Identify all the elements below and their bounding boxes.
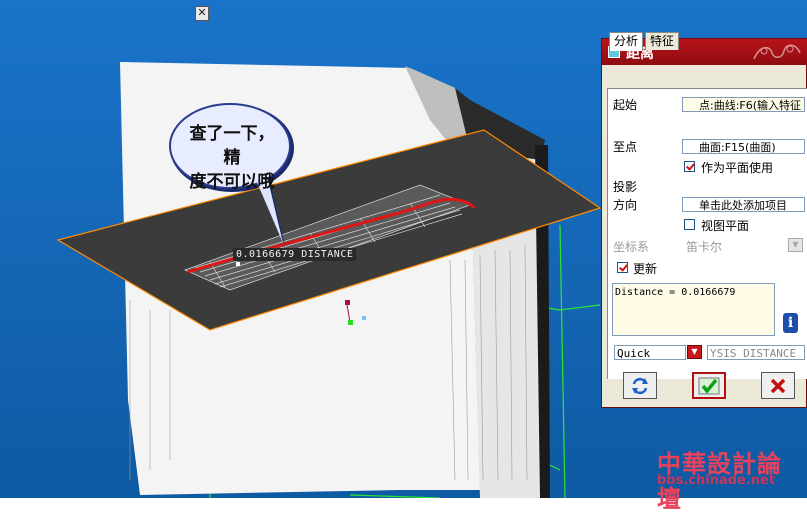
use-plane-checkbox[interactable]	[684, 161, 695, 172]
cancel-button[interactable]	[761, 372, 795, 399]
tab-feature[interactable]: 特征	[645, 32, 680, 50]
close-button[interactable]: ✕	[195, 6, 209, 21]
coord-dropdown-icon[interactable]: ▼	[788, 238, 803, 252]
cancel-icon	[770, 378, 786, 394]
to-field[interactable]: 曲面:F15(曲面)	[682, 139, 805, 154]
mode-dropdown-icon[interactable]: ▼	[687, 345, 702, 359]
mode-select[interactable]: Quick	[614, 345, 686, 360]
analysis-name-field[interactable]: YSIS_DISTANCE_1	[707, 345, 805, 360]
use-plane-label: 作为平面使用	[701, 161, 774, 175]
check-icon	[698, 377, 720, 395]
distance-annotation: 0.0166679 DISTANCE	[233, 248, 357, 261]
watermark-url: bbs.chinade.net	[657, 473, 776, 488]
callout-text: 查了一下，精 度不可以哦	[182, 122, 282, 194]
from-label: 起始	[613, 98, 638, 112]
coord-system-select[interactable]: 笛卡尔	[686, 238, 722, 255]
projection-label: 投影	[613, 180, 638, 194]
direction-field[interactable]: 单击此处添加项目	[682, 197, 805, 212]
update-checkbox[interactable]	[617, 262, 628, 273]
titlebar-ornament-icon	[753, 44, 801, 60]
info-icon[interactable]: i	[783, 313, 798, 333]
result-text-area: Distance = 0.0166679	[612, 283, 775, 336]
callout-line-2: 度不可以哦	[189, 172, 275, 192]
forum-watermark: 中華設計論壇 bbs.chinade.net	[651, 441, 803, 513]
repeat-icon	[632, 377, 648, 395]
direction-label: 方向	[613, 198, 638, 212]
repeat-button[interactable]	[623, 372, 657, 399]
update-label: 更新	[633, 262, 658, 276]
tab-analysis[interactable]: 分析	[609, 32, 644, 51]
callout-line-1: 查了一下，精	[189, 124, 275, 168]
coord-system-label: 坐标系	[613, 240, 650, 254]
to-label: 至点	[613, 140, 638, 154]
view-plane-checkbox[interactable]	[684, 219, 695, 230]
view-plane-label: 视图平面	[701, 219, 750, 233]
from-field[interactable]: 点:曲线:F6(输入特征	[682, 97, 805, 112]
ok-button[interactable]	[692, 372, 726, 399]
